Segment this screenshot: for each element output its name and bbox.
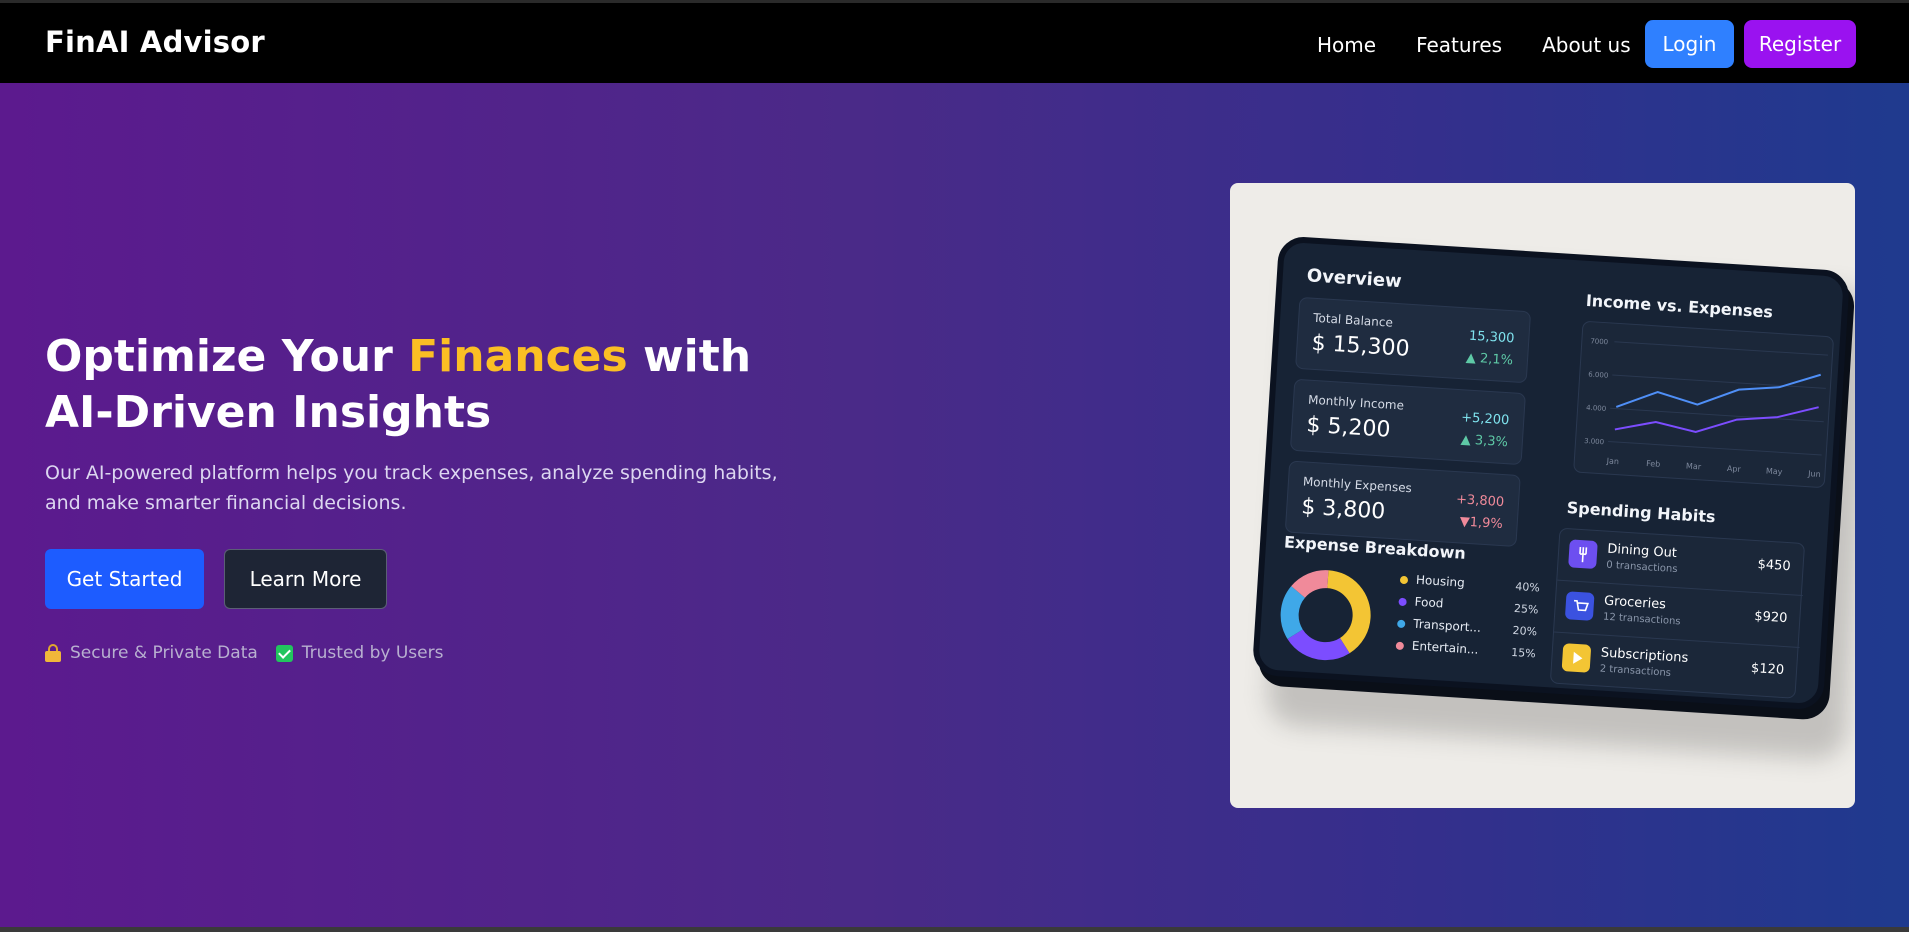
stat-card-balance: Total Balance $ 15,300 15,300 ▲ 2,1% <box>1295 296 1532 384</box>
hero-title-accent: Finances <box>408 331 628 382</box>
income-expenses-chart: 7000 6.000 4.000 3.000 Jan Feb Mar Apr May Jun <box>1573 320 1835 489</box>
nav-about-link[interactable]: About us <box>1542 33 1631 57</box>
stat-change: +5,200 <box>1460 410 1510 429</box>
login-button[interactable]: Login <box>1645 20 1734 68</box>
expense-legend: Housing 40% Food 25% Transport... 20% En… <box>1395 572 1540 669</box>
stat-pct: ▼1,9% <box>1459 514 1504 533</box>
stat-change: 15,300 <box>1468 328 1515 347</box>
x-tick-label: Apr <box>1727 464 1742 474</box>
habit-amount: $120 <box>1750 660 1785 679</box>
tablet-mockup: Overview Total Balance $ 15,300 15,300 ▲… <box>1251 235 1851 711</box>
x-tick-label: Feb <box>1646 459 1661 469</box>
navbar: FinAI Advisor Home Features About us Log… <box>0 0 1909 83</box>
trust-users: Trusted by Users <box>275 643 444 663</box>
dashboard-preview-image: Overview Total Balance $ 15,300 15,300 ▲… <box>1230 183 1855 808</box>
lock-icon <box>45 644 61 662</box>
stat-value: $ 5,200 <box>1305 412 1392 443</box>
y-tick-label: 4.000 <box>1586 404 1607 413</box>
page: FinAI Advisor Home Features About us Log… <box>0 0 1909 932</box>
grid-line <box>1610 407 1824 423</box>
overview-title: Overview <box>1306 265 1403 293</box>
habit-sub: 0 transactions <box>1605 559 1678 576</box>
x-tick-label: Mar <box>1686 461 1702 471</box>
register-button[interactable]: Register <box>1744 20 1856 68</box>
hero-subtitle: Our AI-powered platform helps you track … <box>45 462 778 514</box>
stat-label: Monthly Expenses <box>1302 474 1413 496</box>
grid-line <box>1614 341 1828 356</box>
play-icon <box>1561 643 1592 673</box>
x-tick-label: May <box>1766 466 1783 476</box>
nav-links: Home Features About us <box>1317 33 1671 57</box>
expense-donut-chart <box>1280 570 1371 661</box>
habit-name: Groceries <box>1603 593 1667 613</box>
cart-icon <box>1564 591 1595 621</box>
hero-section: Optimize Your Finances with AI-Driven In… <box>0 83 1909 927</box>
fork-knife-icon <box>1568 539 1598 570</box>
stat-pct: ▲ 2,1% <box>1465 350 1514 369</box>
habit-sub: 2 transactions <box>1599 663 1672 679</box>
trust-secure-label: Secure & Private Data <box>70 643 258 663</box>
habit-name: Dining Out <box>1606 541 1678 562</box>
spending-habits-title: Spending Habits <box>1566 498 1717 527</box>
stat-label: Monthly Income <box>1307 392 1405 413</box>
series-line-1 <box>1614 406 1819 434</box>
habit-sub: 12 transactions <box>1602 611 1681 628</box>
income-expenses-title: Income vs. Expenses <box>1585 290 1774 322</box>
trust-secure: Secure & Private Data <box>45 643 258 663</box>
stat-value: $ 3,800 <box>1300 494 1386 525</box>
stat-change: +3,800 <box>1455 492 1505 511</box>
habit-name: Subscriptions <box>1600 645 1689 666</box>
spending-habits-list: Dining Out 0 transactions $450 Groceries… <box>1549 527 1807 699</box>
habit-amount: $450 <box>1757 557 1792 575</box>
check-icon <box>275 644 293 662</box>
y-tick-label: 7000 <box>1590 337 1608 346</box>
grid-line <box>1612 374 1826 389</box>
stat-pct: ▲ 3,3% <box>1460 432 1509 451</box>
stat-label: Total Balance <box>1312 310 1394 330</box>
brand-logo[interactable]: FinAI Advisor <box>45 25 265 59</box>
line-chart-svg: 7000 6.000 4.000 3.000 Jan Feb Mar Apr May Jun <box>1584 337 1828 479</box>
nav-home-link[interactable]: Home <box>1317 33 1376 57</box>
hero-title: Optimize Your Finances with AI-Driven In… <box>45 331 752 438</box>
get-started-button[interactable]: Get Started <box>45 549 204 609</box>
nav-features-link[interactable]: Features <box>1416 33 1502 57</box>
stat-card-income: Monthly Income $ 5,200 +5,200 ▲ 3,3% <box>1289 378 1526 466</box>
grid-line <box>1608 441 1822 456</box>
learn-more-button[interactable]: Learn More <box>224 549 387 609</box>
stat-value: $ 15,300 <box>1310 330 1411 362</box>
y-tick-label: 6.000 <box>1588 370 1609 379</box>
x-tick-label: Jan <box>1605 456 1619 466</box>
habit-amount: $920 <box>1753 609 1788 627</box>
trust-badges: Secure & Private Data Trusted by Users <box>45 643 443 663</box>
trust-users-label: Trusted by Users <box>301 643 444 663</box>
y-tick-label: 3.000 <box>1584 437 1605 446</box>
x-tick-label: Jun <box>1807 469 1821 479</box>
